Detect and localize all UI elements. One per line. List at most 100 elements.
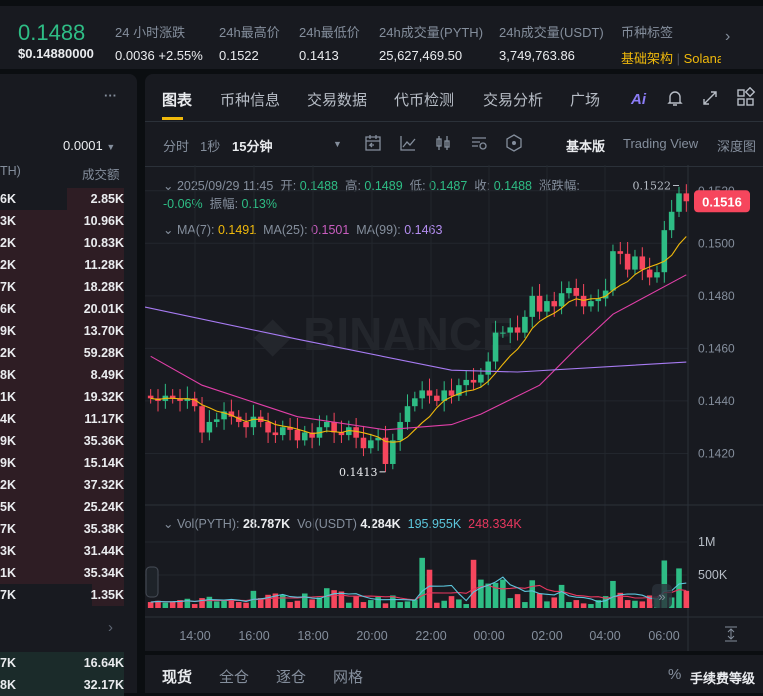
chevron-right-icon[interactable]: › (108, 619, 113, 636)
ask-total: 15.14K (83, 456, 124, 470)
ask-row[interactable]: 2K 11.28K (0, 254, 124, 276)
ask-row[interactable]: 8K 8.49K (0, 364, 124, 386)
tab-grid[interactable]: 网格 (333, 666, 363, 687)
volume-bar (301, 593, 308, 608)
precision-select[interactable]: 0.0001 ▼ (63, 138, 115, 153)
candle-body (243, 421, 249, 428)
ask-total: 19.32K (83, 390, 124, 404)
view-basic[interactable]: 基本版 (566, 136, 605, 155)
bid-amount: 8K (0, 678, 16, 692)
volume-bar (162, 602, 169, 608)
volume-bar (375, 596, 381, 608)
ai-button[interactable]: Ai (631, 91, 646, 108)
ask-row[interactable]: 7K 35.38K (0, 518, 124, 540)
tab-4[interactable]: 交易分析 (483, 89, 543, 110)
ask-row[interactable]: 2K 59.28K (0, 342, 124, 364)
view-depth[interactable]: 深度图 (717, 136, 756, 155)
candle-body (206, 421, 213, 433)
ask-row[interactable]: 4K 11.17K (0, 408, 124, 430)
ask-row[interactable]: 7K 18.28K (0, 276, 124, 298)
last-price: 0.1488 (18, 20, 86, 45)
ask-amount: 8K (0, 368, 16, 382)
indicator-icon[interactable] (398, 133, 418, 153)
candle-body (250, 416, 257, 428)
tab-0[interactable]: 图表 (162, 89, 192, 110)
price-chart[interactable]: 0.15200.15000.14800.14600.14400.142014:0… (145, 165, 763, 651)
chevron-right-icon[interactable]: › (725, 28, 730, 46)
view-tradingview[interactable]: Trading View (623, 136, 698, 151)
hexagon-icon[interactable] (504, 133, 524, 153)
volume-bar (507, 598, 514, 608)
auto-scale-icon[interactable] (725, 626, 737, 642)
ask-row[interactable]: 6K 2.85K (0, 188, 124, 210)
ask-row[interactable]: 9K 13.70K (0, 320, 124, 342)
volume-bar (213, 601, 220, 608)
tab-2[interactable]: 交易数据 (307, 89, 367, 110)
layout-grid-icon[interactable] (735, 87, 757, 109)
volume-bar (573, 600, 580, 608)
volume-bar (426, 569, 433, 608)
candle-body (573, 287, 580, 296)
tag-solana[interactable]: Solana (684, 51, 721, 66)
interval-1s[interactable]: 1秒 (200, 136, 220, 155)
volume-bar (551, 597, 558, 608)
tag-infrastructure[interactable]: 基础架构 (621, 51, 673, 66)
candle-style-icon[interactable] (433, 133, 453, 153)
more-icon[interactable]: ··· (104, 88, 117, 103)
candle-body (353, 427, 359, 438)
interval-timeline[interactable]: 分时 (163, 136, 189, 155)
ask-row[interactable]: 9K 15.14K (0, 452, 124, 474)
candle-body (676, 193, 682, 212)
scroll-left-handle[interactable] (145, 566, 159, 598)
candle-body (492, 332, 499, 362)
volume-bar (294, 600, 301, 608)
expand-icon[interactable] (700, 88, 720, 108)
candle-body (624, 253, 631, 270)
ask-row[interactable]: 9K 35.36K (0, 430, 124, 452)
candle-body (294, 429, 301, 441)
ask-amount: 6K (0, 192, 16, 206)
settings-icon[interactable] (469, 133, 489, 153)
volume-bar (632, 600, 638, 608)
ask-amount: 2K (0, 478, 16, 492)
bid-total: 16.64K (83, 656, 124, 670)
ask-row[interactable]: 3K 31.44K (0, 540, 124, 562)
tab-5[interactable]: 广场 (570, 89, 600, 110)
volume-bar (419, 557, 425, 608)
candle-body (639, 256, 646, 270)
interval-15m[interactable]: 15分钟 (232, 136, 272, 155)
tab-3[interactable]: 代币检测 (394, 89, 454, 110)
volume-bar (639, 601, 646, 608)
price-tick: 0.1500 (698, 236, 735, 250)
calendar-icon[interactable] (363, 133, 383, 153)
ask-total: 10.96K (83, 214, 124, 228)
percent-icon: % (668, 666, 682, 683)
ticker-bar: 0.1488 $0.14880000 24 小时涨跌 0.0036 +2.55% … (0, 6, 763, 69)
candle-body (331, 421, 337, 433)
tab-isolated[interactable]: 逐仓 (276, 666, 306, 687)
ask-row[interactable]: 7K 1.35K (0, 584, 124, 606)
bell-icon[interactable] (665, 88, 685, 108)
ask-amount: 7K (0, 588, 16, 602)
tab-1[interactable]: 币种信息 (220, 89, 280, 110)
tab-cross[interactable]: 全仓 (219, 666, 249, 687)
ask-row[interactable]: 3K 10.96K (0, 210, 124, 232)
ask-row[interactable]: 1K 35.34K (0, 562, 124, 584)
ask-row[interactable]: 2K 37.32K (0, 474, 124, 496)
ask-row[interactable]: 6K 20.01K (0, 298, 124, 320)
last-price-usd: $0.14880000 (18, 46, 94, 61)
fee-level-link[interactable]: 手续费等级 (690, 668, 755, 687)
bid-row[interactable]: 7K 16.64K (0, 652, 124, 674)
volume-bar (456, 599, 462, 608)
candle-body (397, 421, 403, 441)
volume-bar (368, 600, 374, 608)
interval-dropdown-icon[interactable]: ▼ (333, 139, 342, 149)
col-amount-header: TH) (0, 164, 21, 178)
candle-body (588, 301, 594, 307)
ask-row[interactable]: 1K 19.32K (0, 386, 124, 408)
ask-row[interactable]: 5K 25.24K (0, 496, 124, 518)
time-tick: 22:00 (415, 629, 446, 643)
tab-spot[interactable]: 现货 (162, 666, 192, 687)
ask-row[interactable]: 2K 10.83K (0, 232, 124, 254)
ask-total: 11.17K (84, 412, 124, 426)
